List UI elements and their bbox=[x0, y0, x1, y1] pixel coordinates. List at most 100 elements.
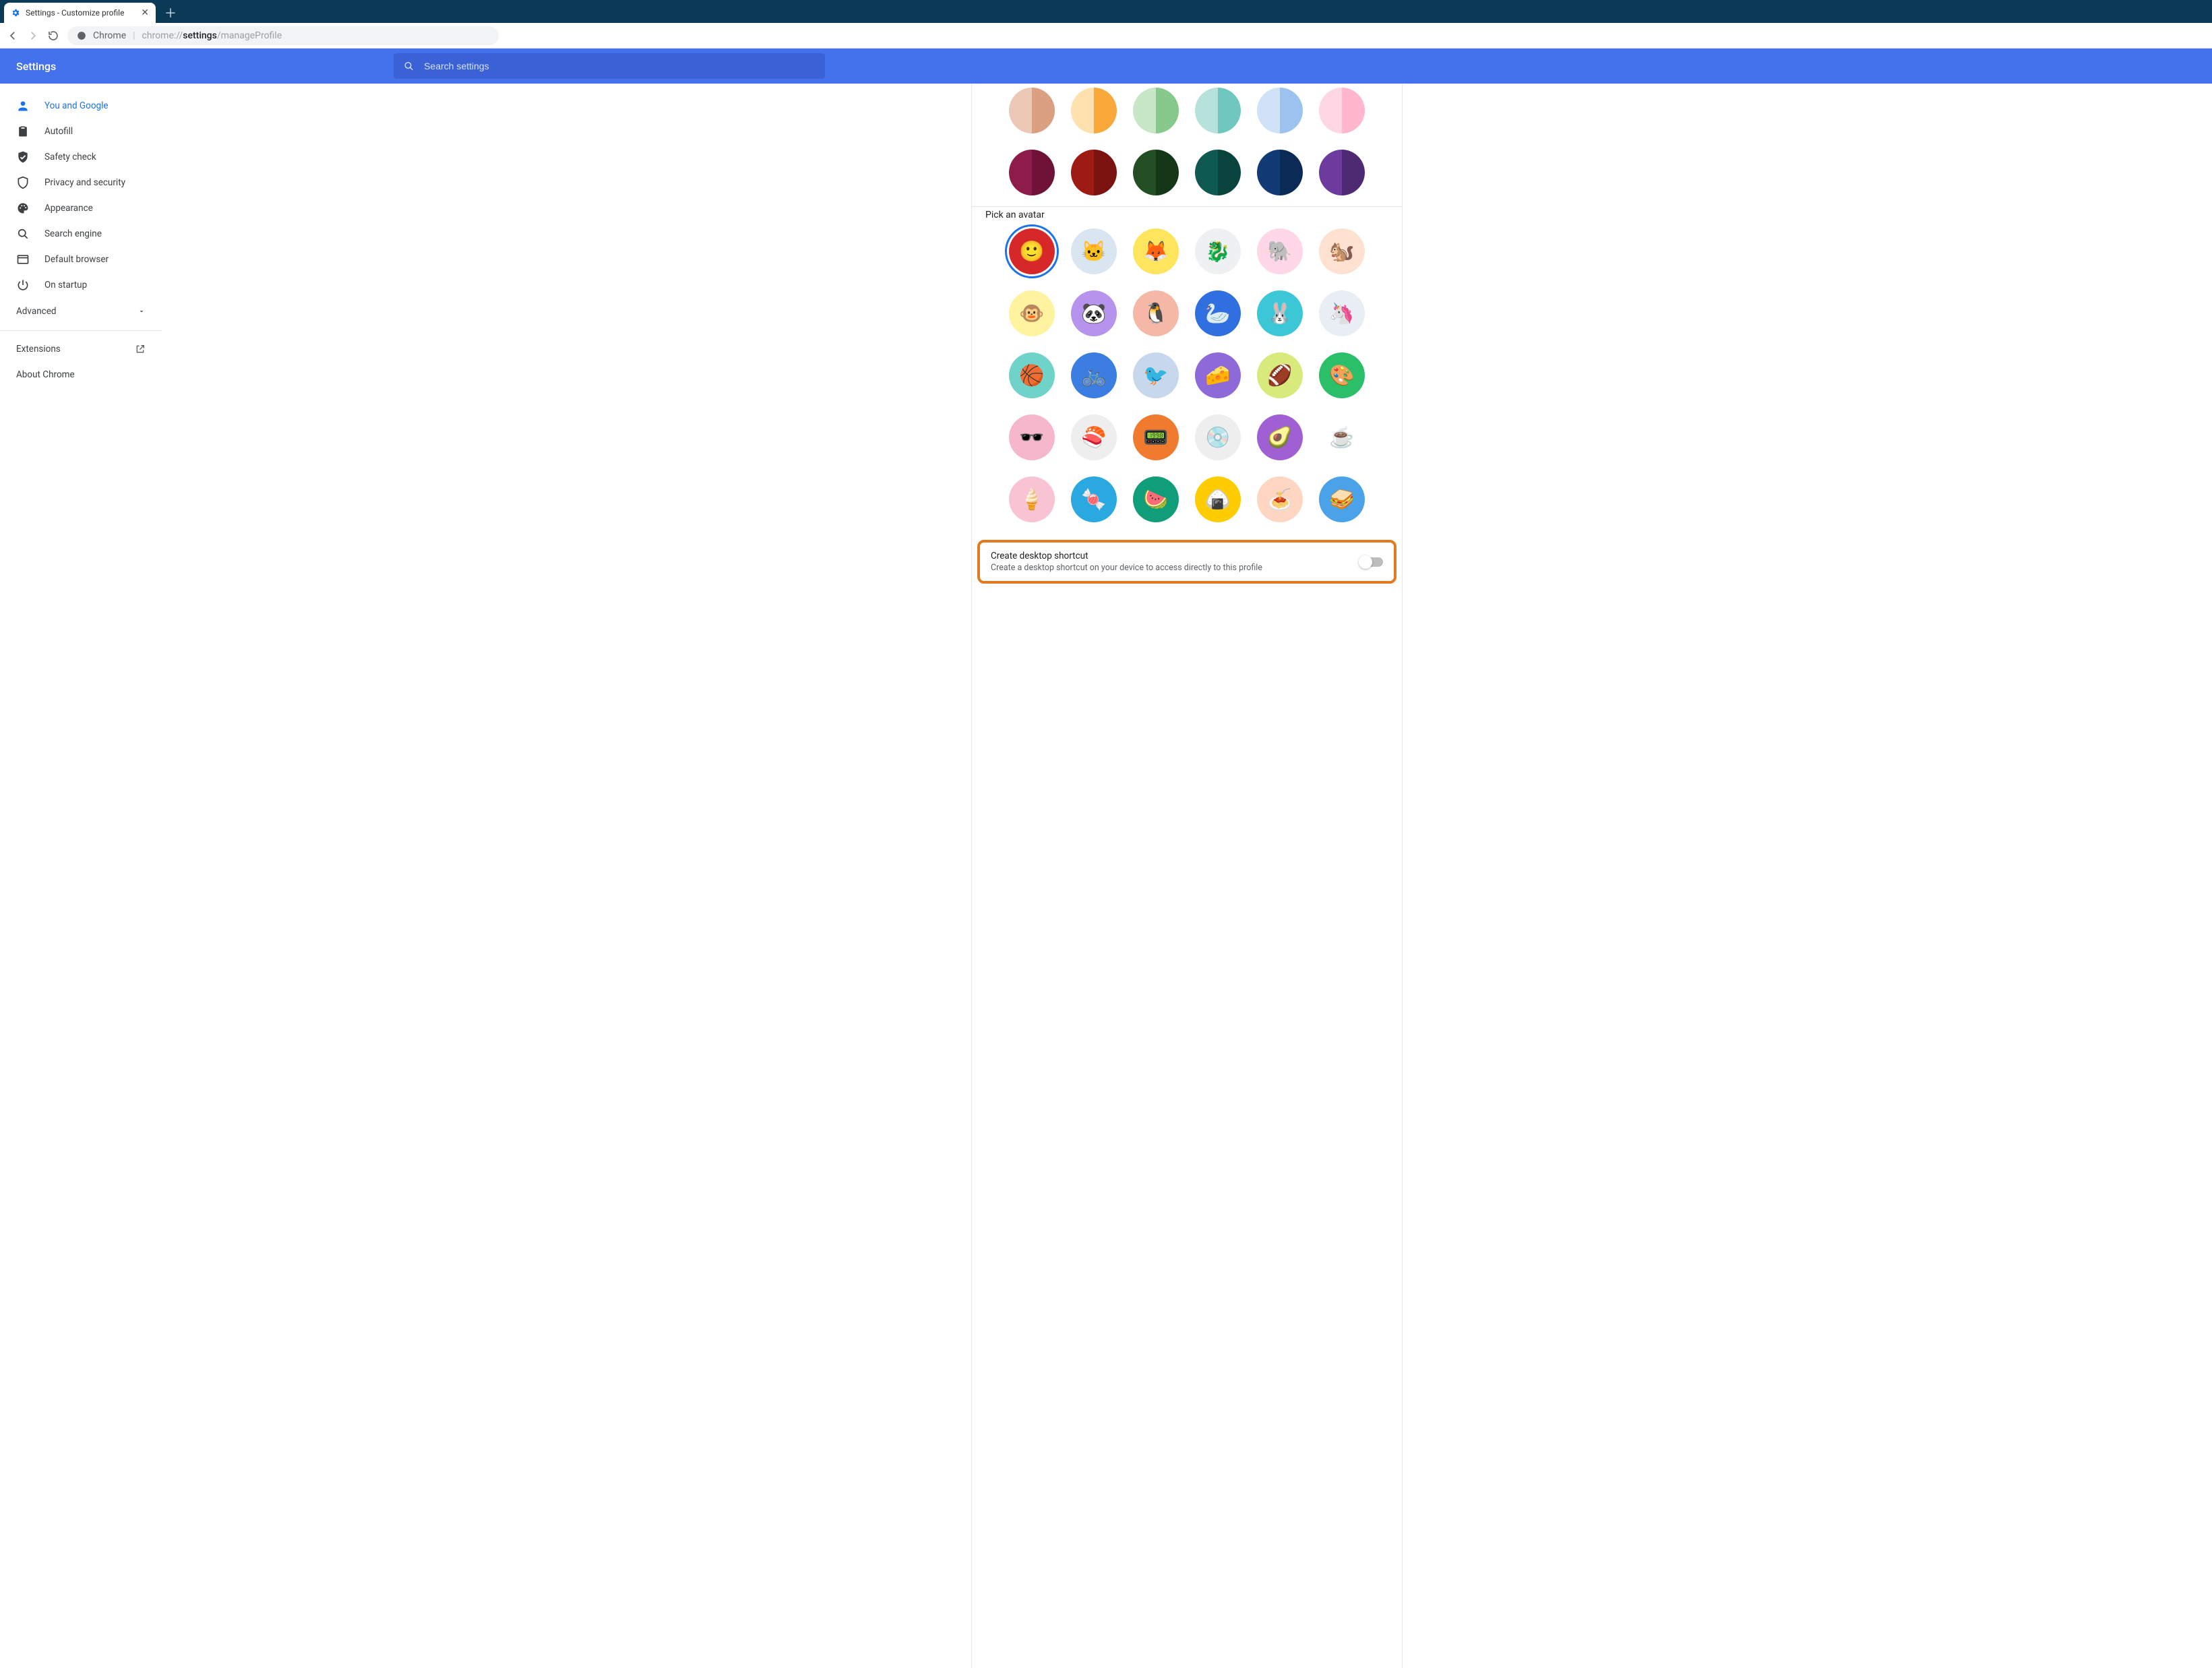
avatar-icecream[interactable]: 🍦 bbox=[1009, 476, 1055, 522]
sidebar: You and Google Autofill Safety check Privac… bbox=[0, 84, 162, 1668]
chevron-down-icon bbox=[137, 307, 146, 315]
avatar-cat[interactable]: 🐱 bbox=[1071, 228, 1117, 274]
window-icon bbox=[16, 253, 30, 266]
new-tab-button[interactable]: ＋ bbox=[161, 3, 180, 22]
avatar-section-title: Pick an avatar bbox=[985, 210, 1388, 220]
theme-color-0[interactable] bbox=[1009, 88, 1055, 133]
content-pane: Pick an avatar 🙂 🐱 🦊 🐉 🐘 🐿️ 🐵 🐼 🐧 🦢 🐰 🦄 🏀 🚲 🐦 🧀 🏈 🎨 🕶️ 🍣 📟 💿 🥑… bbox=[971, 84, 1403, 1668]
theme-color-10[interactable] bbox=[1257, 150, 1303, 195]
browser-toolbar: Chrome | chrome://settings/manageProfile bbox=[0, 23, 2212, 49]
sidebar-item-palette[interactable]: Appearance bbox=[0, 195, 162, 221]
omnibox-site-name: Chrome bbox=[93, 30, 126, 41]
theme-color-2[interactable] bbox=[1133, 88, 1179, 133]
avatar-marshmallow[interactable]: 🍬 bbox=[1071, 476, 1117, 522]
theme-color-9[interactable] bbox=[1195, 150, 1241, 195]
create-shortcut-toggle[interactable] bbox=[1360, 557, 1383, 567]
clipboard-icon bbox=[16, 125, 30, 138]
avatar-person-photo[interactable]: 🙂 bbox=[1009, 228, 1055, 274]
search-settings-input[interactable] bbox=[424, 61, 816, 71]
theme-color-8[interactable] bbox=[1133, 150, 1179, 195]
sidebar-about-label: About Chrome bbox=[16, 369, 75, 380]
close-tab-icon[interactable]: ✕ bbox=[141, 7, 149, 18]
avatar-fox[interactable]: 🦊 bbox=[1133, 228, 1179, 274]
omnibox-url: chrome://settings/manageProfile bbox=[142, 30, 282, 41]
sidebar-about[interactable]: About Chrome bbox=[0, 362, 162, 388]
sidebar-item-shield[interactable]: Privacy and security bbox=[0, 170, 162, 195]
avatar-vinyl[interactable]: 💿 bbox=[1195, 414, 1241, 460]
sidebar-item-label: You and Google bbox=[44, 100, 109, 111]
settings-header: Settings bbox=[0, 49, 2212, 84]
theme-color-5[interactable] bbox=[1319, 88, 1365, 133]
avatar-onigiri[interactable]: 🍙 bbox=[1195, 476, 1241, 522]
create-shortcut-row[interactable]: Create desktop shortcut Create a desktop… bbox=[977, 540, 1396, 584]
avatar-tamagotchi[interactable]: 📟 bbox=[1133, 414, 1179, 460]
browser-tab[interactable]: Settings - Customize profile ✕ bbox=[4, 3, 156, 23]
omnibox[interactable]: Chrome | chrome://settings/manageProfile bbox=[67, 26, 499, 45]
theme-color-grid bbox=[985, 88, 1388, 195]
site-info-icon[interactable] bbox=[77, 31, 86, 40]
sidebar-advanced[interactable]: Advanced bbox=[0, 298, 162, 325]
sidebar-item-label: Appearance bbox=[44, 203, 93, 214]
avatar-bird[interactable]: 🐦 bbox=[1133, 352, 1179, 398]
palette-icon bbox=[16, 202, 30, 215]
avatar-paint[interactable]: 🎨 bbox=[1319, 352, 1365, 398]
avatar-football[interactable]: 🏈 bbox=[1257, 352, 1303, 398]
avatar-cheese[interactable]: 🧀 bbox=[1195, 352, 1241, 398]
avatar-spaghetti[interactable]: 🍝 bbox=[1257, 476, 1303, 522]
avatar-avocado[interactable]: 🥑 bbox=[1257, 414, 1303, 460]
avatar-watermelon[interactable]: 🍉 bbox=[1133, 476, 1179, 522]
avatar-unicorn[interactable]: 🦄 bbox=[1319, 290, 1365, 336]
search-settings-wrap[interactable] bbox=[394, 53, 825, 79]
sidebar-item-window[interactable]: Default browser bbox=[0, 247, 162, 272]
avatar-monkey[interactable]: 🐵 bbox=[1009, 290, 1055, 336]
search-icon bbox=[16, 227, 30, 241]
sidebar-item-person[interactable]: You and Google bbox=[0, 93, 162, 119]
sidebar-item-label: Safety check bbox=[44, 152, 96, 162]
sidebar-item-power[interactable]: On startup bbox=[0, 272, 162, 298]
create-shortcut-subtitle: Create a desktop shortcut on your device… bbox=[991, 563, 1262, 573]
sidebar-extensions-label: Extensions bbox=[16, 344, 61, 354]
avatar-rabbit[interactable]: 🐰 bbox=[1257, 290, 1303, 336]
avatar-grid: 🙂 🐱 🦊 🐉 🐘 🐿️ 🐵 🐼 🐧 🦢 🐰 🦄 🏀 🚲 🐦 🧀 🏈 🎨 🕶️ 🍣 📟 💿 🥑 ☕ 🍦 🍬 🍉 🍙 🍝 🥪 bbox=[985, 228, 1388, 522]
person-icon bbox=[16, 99, 30, 113]
sidebar-extensions[interactable]: Extensions bbox=[0, 336, 162, 362]
theme-color-11[interactable] bbox=[1319, 150, 1365, 195]
reload-button[interactable] bbox=[47, 30, 59, 42]
sidebar-item-shield-check[interactable]: Safety check bbox=[0, 144, 162, 170]
theme-color-7[interactable] bbox=[1071, 150, 1117, 195]
avatar-cappuccino[interactable]: ☕ bbox=[1319, 414, 1365, 460]
sidebar-item-label: Default browser bbox=[44, 254, 109, 265]
avatar-crane[interactable]: 🦢 bbox=[1195, 290, 1241, 336]
create-shortcut-title: Create desktop shortcut bbox=[991, 551, 1262, 561]
avatar-sushi[interactable]: 🍣 bbox=[1071, 414, 1117, 460]
gear-icon bbox=[11, 8, 20, 18]
avatar-squirrel[interactable]: 🐿️ bbox=[1319, 228, 1365, 274]
sidebar-item-label: Autofill bbox=[44, 126, 73, 137]
open-external-icon bbox=[135, 344, 146, 354]
avatar-basketball[interactable]: 🏀 bbox=[1009, 352, 1055, 398]
theme-color-6[interactable] bbox=[1009, 150, 1055, 195]
sidebar-item-search[interactable]: Search engine bbox=[0, 221, 162, 247]
avatar-glasses[interactable]: 🕶️ bbox=[1009, 414, 1055, 460]
avatar-bicycle[interactable]: 🚲 bbox=[1071, 352, 1117, 398]
theme-color-1[interactable] bbox=[1071, 88, 1117, 133]
power-icon bbox=[16, 278, 30, 292]
avatar-panda[interactable]: 🐼 bbox=[1071, 290, 1117, 336]
back-button[interactable] bbox=[7, 30, 19, 42]
sidebar-item-label: Privacy and security bbox=[44, 177, 125, 188]
avatar-sandwich[interactable]: 🥪 bbox=[1319, 476, 1365, 522]
avatar-elephant[interactable]: 🐘 bbox=[1257, 228, 1303, 274]
search-icon bbox=[403, 60, 414, 72]
sidebar-item-label: Search engine bbox=[44, 228, 102, 239]
shield-icon bbox=[16, 176, 30, 189]
avatar-dragon[interactable]: 🐉 bbox=[1195, 228, 1241, 274]
shield-check-icon bbox=[16, 150, 30, 164]
tab-title: Settings - Customize profile bbox=[26, 8, 135, 18]
theme-color-4[interactable] bbox=[1257, 88, 1303, 133]
window-tab-strip: Settings - Customize profile ✕ ＋ bbox=[0, 0, 2212, 23]
forward-button[interactable] bbox=[27, 30, 39, 42]
avatar-penguin[interactable]: 🐧 bbox=[1133, 290, 1179, 336]
theme-color-3[interactable] bbox=[1195, 88, 1241, 133]
page-title: Settings bbox=[16, 60, 394, 73]
sidebar-item-clipboard[interactable]: Autofill bbox=[0, 119, 162, 144]
